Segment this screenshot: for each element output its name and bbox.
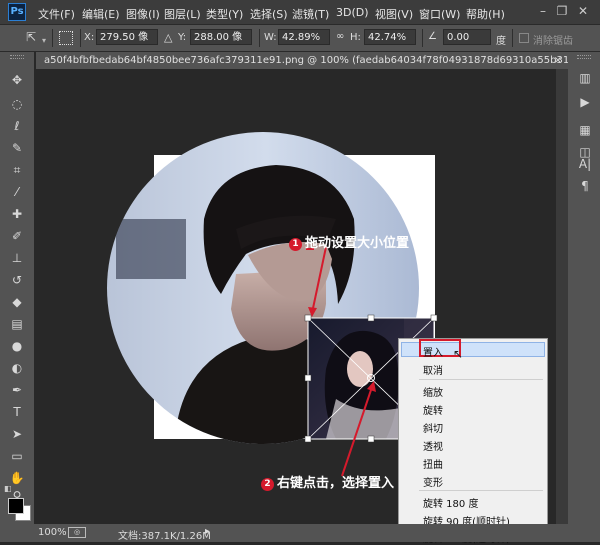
menu-layer[interactable]: 图层(L) xyxy=(164,6,201,22)
annotation-step-1: 1 拖动设置大小位置 xyxy=(289,232,409,251)
default-colors-icon[interactable]: ◧ xyxy=(4,484,12,493)
lasso-tool-icon[interactable]: ℓ xyxy=(8,118,26,134)
annotation-step-2: 2 右键点击，选择置入 xyxy=(261,472,394,491)
width-field[interactable]: 42.89% xyxy=(278,29,330,45)
document-size: 文档:387.1K/1.26M xyxy=(118,531,211,542)
y-label: Y: xyxy=(178,32,187,43)
antialias-label: 消除锯齿 xyxy=(533,36,573,47)
pen-tool-icon[interactable]: ✒ xyxy=(8,382,26,398)
w-label: W: xyxy=(264,32,277,43)
blur-tool-icon[interactable]: ● xyxy=(8,338,26,354)
context-menu: 置入 ↖ 取消 缩放 旋转 斜切 透视 扭曲 变形 旋转 180 度 旋转 90… xyxy=(398,338,548,545)
brush-tool-icon[interactable]: ✐ xyxy=(8,228,26,244)
antialias-checkbox[interactable] xyxy=(519,33,529,43)
menu-type[interactable]: 类型(Y) xyxy=(206,6,243,22)
history-brush-tool-icon[interactable]: ↺ xyxy=(8,272,26,288)
step-2-text: 右键点击，选择置入 xyxy=(277,476,395,491)
h-label: H: xyxy=(350,32,361,43)
cursor-icon: ↖ xyxy=(453,347,464,361)
zoom-level[interactable]: 100% xyxy=(38,527,67,538)
crop-tool-icon[interactable]: ⌗ xyxy=(8,162,26,178)
status-bar: 100% ◎ 文档:387.1K/1.26M ▸ xyxy=(0,524,600,542)
rectangle-tool-icon[interactable]: ▭ xyxy=(8,448,26,464)
paragraph-panel-icon[interactable]: ¶ xyxy=(577,178,593,194)
menu-item-cancel[interactable]: 取消 xyxy=(423,362,443,377)
healing-brush-tool-icon[interactable]: ✚ xyxy=(8,206,26,222)
character-panel-icon[interactable]: A| xyxy=(577,156,593,172)
angle-unit: 度 xyxy=(496,36,506,47)
menu-file[interactable]: 文件(F) xyxy=(38,6,75,22)
x-label: X: xyxy=(84,32,95,43)
history-panel-icon[interactable]: ▥ xyxy=(577,70,593,86)
menu-3d[interactable]: 3D(D) xyxy=(336,6,369,19)
status-menu-icon[interactable]: ▸ xyxy=(205,526,210,537)
menu-edit[interactable]: 编辑(E) xyxy=(82,6,120,22)
options-bar: ⇱ ▾ X: 279.50 像 △ Y: 288.00 像 W: 42.89% … xyxy=(0,24,600,52)
photoshop-logo: Ps xyxy=(8,3,26,21)
dodge-tool-icon[interactable]: ◐ xyxy=(8,360,26,376)
panel-grip[interactable] xyxy=(577,55,591,59)
gradient-tool-icon[interactable]: ▤ xyxy=(8,316,26,332)
status-share-icon[interactable]: ◎ xyxy=(68,527,86,538)
angle-field[interactable]: 0.00 xyxy=(443,29,491,45)
menu-image[interactable]: 图像(I) xyxy=(126,6,160,22)
restore-icon[interactable]: ❐ xyxy=(554,3,570,19)
menu-item-warp[interactable]: 变形 xyxy=(423,474,443,489)
menu-item-rotate[interactable]: 旋转 xyxy=(423,402,443,417)
transform-tool-icon[interactable]: ⇱ xyxy=(22,29,40,45)
height-field[interactable]: 42.74% xyxy=(364,29,416,45)
right-panel-dock: ▥ ▶ ▦ ◫ A| ¶ xyxy=(568,52,600,524)
minimize-icon[interactable]: – xyxy=(535,3,551,19)
type-tool-icon[interactable]: T xyxy=(8,404,26,420)
properties-panel-icon[interactable]: ▦ xyxy=(577,122,593,138)
clone-stamp-tool-icon[interactable]: ⊥ xyxy=(8,250,26,266)
path-selection-tool-icon[interactable]: ➤ xyxy=(8,426,26,442)
menu-item-rotate-180[interactable]: 旋转 180 度 xyxy=(423,495,478,510)
close-tab-icon[interactable]: × xyxy=(554,52,562,69)
menu-bar: Ps 文件(F) 编辑(E) 图像(I) 图层(L) 类型(Y) 选择(S) 滤… xyxy=(0,0,600,24)
menu-item-skew[interactable]: 斜切 xyxy=(423,420,443,435)
marquee-tool-icon[interactable]: ◌ xyxy=(8,96,26,112)
menu-window[interactable]: 窗口(W) xyxy=(419,6,460,22)
tools-panel: ✥ ◌ ℓ ✎ ⌗ ⁄ ✚ ✐ ⊥ ↺ ◆ ▤ ● ◐ ✒ T ➤ ▭ ✋ ⚲ … xyxy=(0,52,34,524)
y-position-field[interactable]: 288.00 像 xyxy=(190,29,252,45)
vertical-scrollbar[interactable] xyxy=(556,69,568,524)
link-icon[interactable]: ∞ xyxy=(336,31,344,42)
menu-help[interactable]: 帮助(H) xyxy=(466,6,505,22)
document-title: a50f4bfbfbedab64bf4850bee736afc379311e91… xyxy=(44,55,568,66)
quick-select-tool-icon[interactable]: ✎ xyxy=(8,140,26,156)
chevron-down-icon[interactable]: ▾ xyxy=(42,36,46,45)
eraser-tool-icon[interactable]: ◆ xyxy=(8,294,26,310)
panel-grip[interactable] xyxy=(10,55,24,59)
x-position-field[interactable]: 279.50 像 xyxy=(96,29,158,45)
eyedropper-tool-icon[interactable]: ⁄ xyxy=(8,184,26,200)
menu-item-scale[interactable]: 缩放 xyxy=(423,384,443,399)
menu-item-perspective[interactable]: 透视 xyxy=(423,438,443,453)
step-2-badge: 2 xyxy=(261,478,274,491)
menu-select[interactable]: 选择(S) xyxy=(250,6,288,22)
menu-view[interactable]: 视图(V) xyxy=(375,6,413,22)
step-1-badge: 1 xyxy=(289,238,302,251)
reference-point-icon[interactable] xyxy=(59,31,73,45)
menu-item-distort[interactable]: 扭曲 xyxy=(423,456,443,471)
actions-play-icon[interactable]: ▶ xyxy=(577,94,593,110)
step-1-text: 拖动设置大小位置 xyxy=(305,236,410,251)
menu-filter[interactable]: 滤镜(T) xyxy=(292,6,329,22)
move-tool-icon[interactable]: ✥ xyxy=(8,72,26,88)
angle-icon: ∠ xyxy=(428,31,437,42)
foreground-color-swatch[interactable] xyxy=(8,498,24,514)
document-tab[interactable]: a50f4bfbfbedab64bf4850bee736afc379311e91… xyxy=(36,52,568,69)
delta-icon[interactable]: △ xyxy=(164,31,172,44)
close-icon[interactable]: ✕ xyxy=(575,3,591,19)
menu-item-place[interactable]: 置入 xyxy=(423,344,443,359)
